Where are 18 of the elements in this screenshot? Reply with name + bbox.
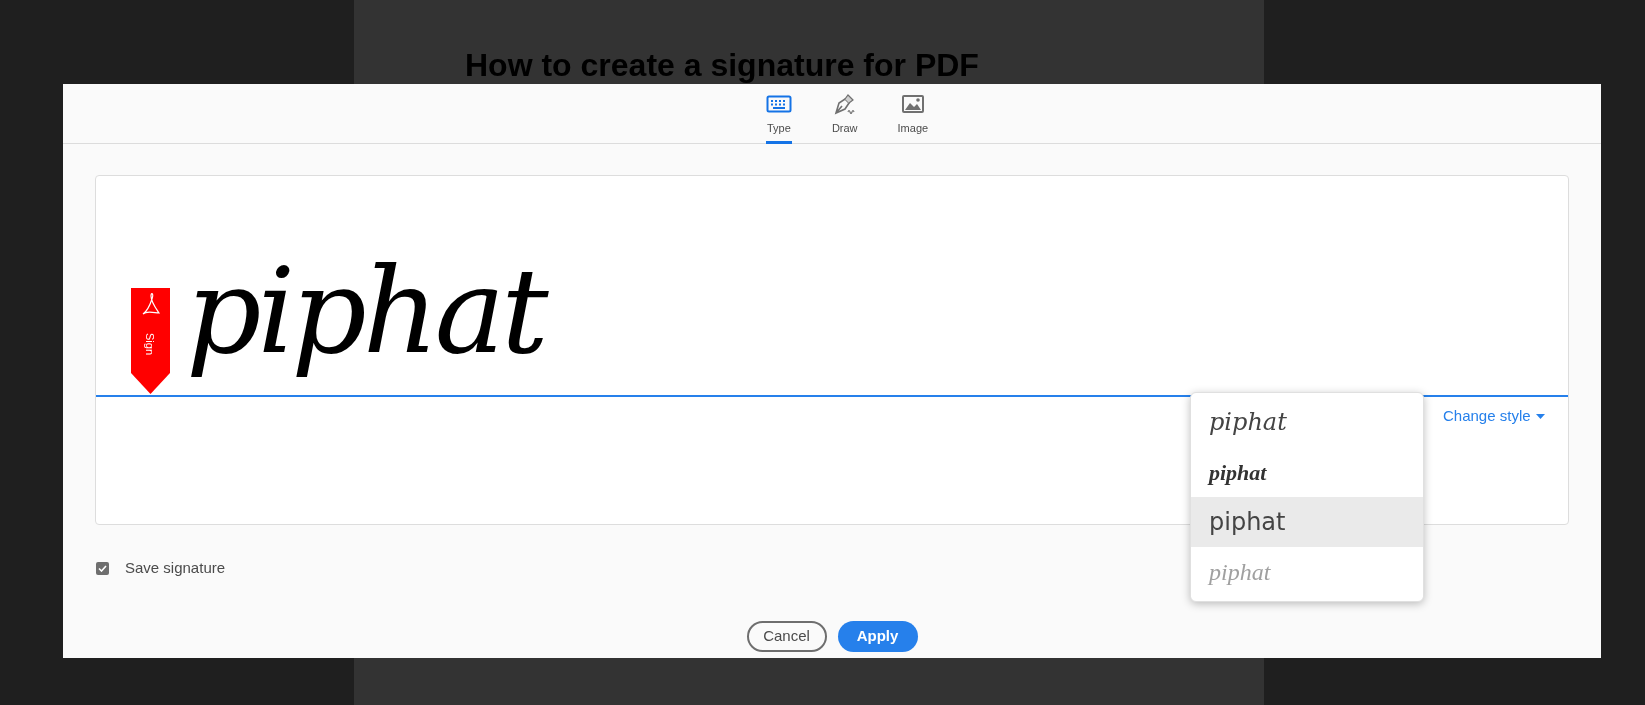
- style-option[interactable]: piphat: [1191, 497, 1423, 547]
- image-icon: [901, 95, 924, 113]
- change-style-link[interactable]: Change style: [1443, 405, 1545, 428]
- apply-button[interactable]: Apply: [837, 620, 918, 652]
- tab[interactable]: Image: [897, 84, 929, 144]
- cancel-button[interactable]: Cancel: [746, 620, 827, 652]
- style-option[interactable]: piphat: [1191, 447, 1423, 497]
- checkbox[interactable]: [96, 561, 109, 575]
- style-option[interactable]: piphat: [1191, 397, 1423, 447]
- save-signature-label: Save signature: [125, 558, 226, 578]
- keyboard-icon: [765, 95, 792, 113]
- signature-text: piphat: [186, 241, 545, 381]
- sign-label: Sign: [144, 333, 156, 355]
- swirl-icon: [142, 293, 160, 315]
- pen-nib-icon: [832, 93, 857, 115]
- caret-icon: [1535, 413, 1545, 419]
- tab[interactable]: Type: [765, 84, 792, 144]
- tab[interactable]: Draw: [831, 84, 858, 144]
